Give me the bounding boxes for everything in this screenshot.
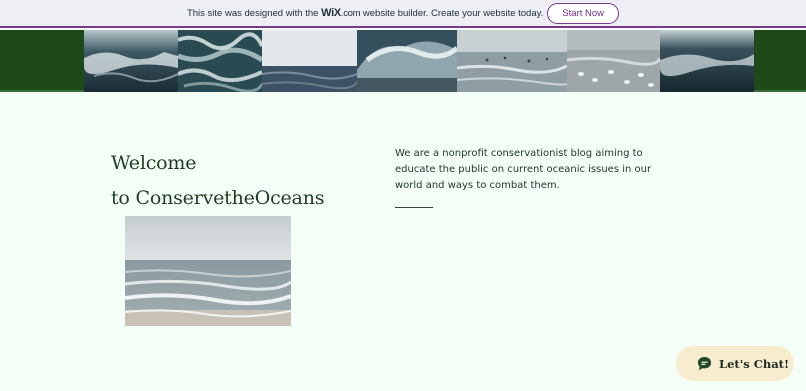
- chat-bubble-icon: [697, 356, 712, 371]
- sea-horizon-photo: [262, 30, 357, 92]
- divider-line: [395, 207, 433, 208]
- wix-logo-suffix: .com: [340, 8, 361, 19]
- start-now-button[interactable]: Start Now: [547, 2, 620, 24]
- crashing-wave-photo: [84, 30, 178, 92]
- welcome-line-2: to ConservetheOceans: [111, 187, 325, 209]
- beach-photo: [125, 216, 291, 326]
- promo-prefix: This site was designed with the: [186, 8, 319, 19]
- foamy-water-photo: [178, 30, 262, 92]
- seagulls-beach-photo: [567, 30, 660, 92]
- wix-promo-bar: This site was designed with the WiX.com …: [0, 0, 806, 28]
- welcome-heading: Welcome to ConservetheOceans: [111, 146, 324, 216]
- dark-wave-photo: [660, 30, 754, 92]
- birds-on-shore-photo: [457, 30, 567, 92]
- wix-logo: WiX.com: [321, 7, 360, 19]
- lets-chat-button[interactable]: Let's Chat!: [676, 346, 794, 381]
- wix-promo-text: This site was designed with the WiX.com …: [187, 7, 543, 19]
- promo-suffix: website builder. Create your website tod…: [362, 8, 544, 19]
- header-photo-strip: [84, 30, 754, 92]
- breaking-wave-photo: [357, 30, 457, 92]
- chat-label: Let's Chat!: [719, 356, 790, 371]
- welcome-line-1: Welcome: [111, 152, 197, 174]
- intro-paragraph: We are a nonprofit conservationist blog …: [395, 148, 652, 192]
- wix-logo-mark: WiX: [321, 7, 341, 19]
